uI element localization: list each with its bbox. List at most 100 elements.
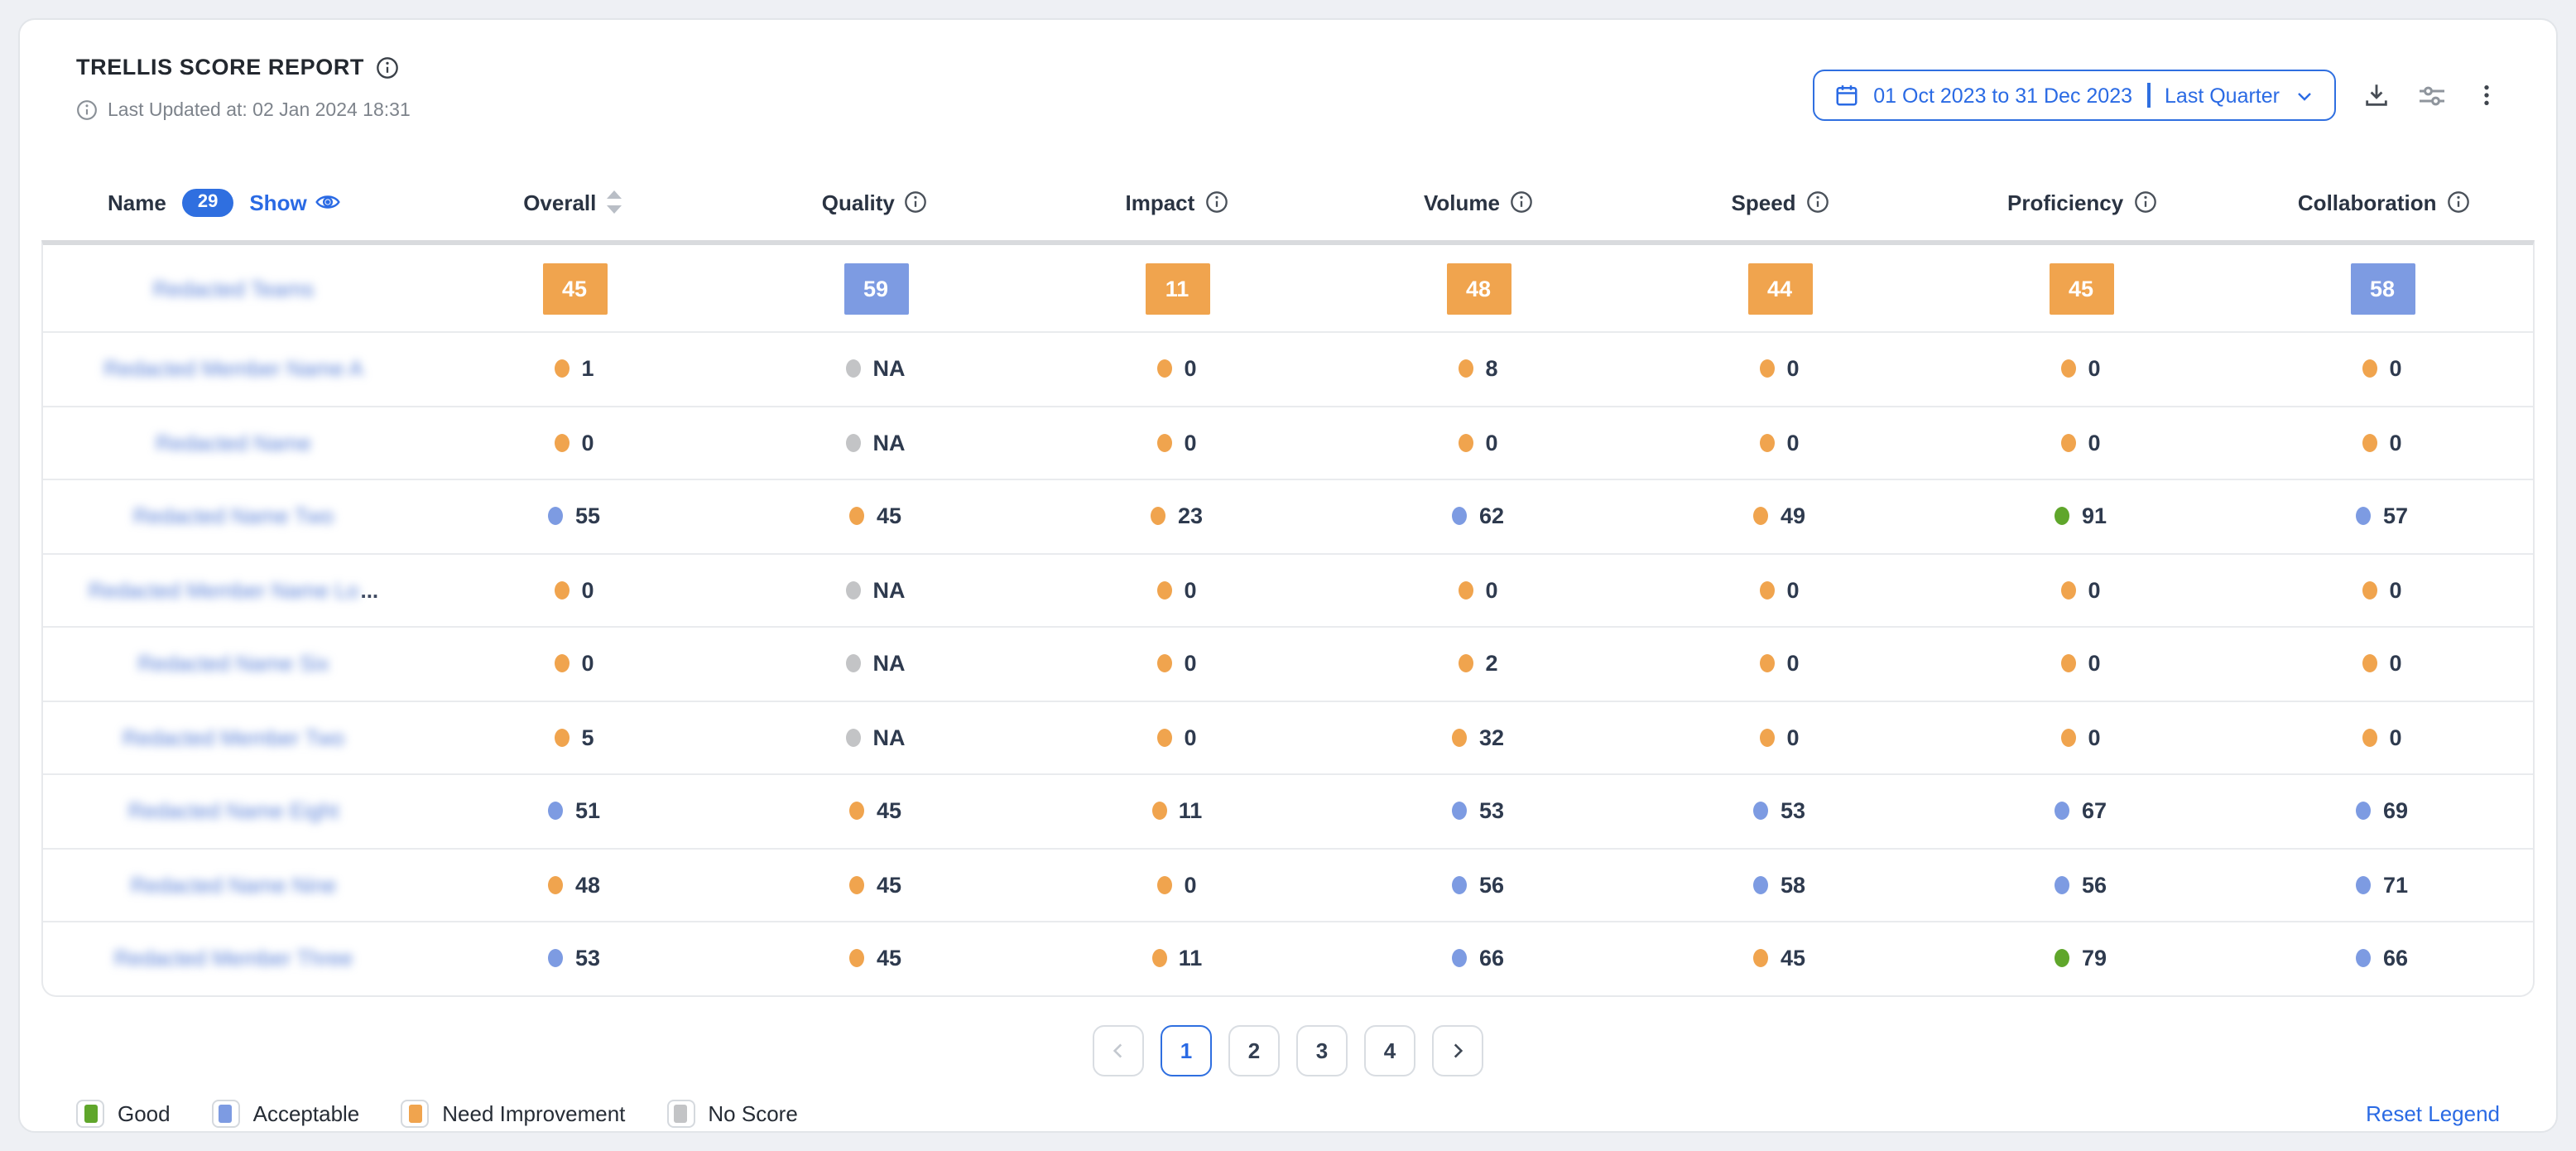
score-cell-quality: NA bbox=[725, 431, 1026, 455]
eye-icon bbox=[315, 189, 342, 215]
status-dot bbox=[2061, 581, 2076, 600]
score-cell-overall: 0 bbox=[424, 578, 725, 603]
status-dot bbox=[549, 802, 564, 821]
score-cell-proficiency: 45 bbox=[1930, 262, 2232, 314]
status-dot bbox=[2055, 950, 2070, 968]
score-table-body: Redacted Teams45591148444558Redacted Mem… bbox=[41, 240, 2535, 996]
status-dot bbox=[1459, 581, 1473, 600]
score-cell-speed: 0 bbox=[1629, 431, 1930, 455]
score-value: 0 bbox=[1786, 357, 1799, 382]
title-info-icon[interactable] bbox=[376, 55, 399, 79]
score-value: 53 bbox=[1479, 799, 1504, 824]
table-row: Redacted Member Three53451166457966 bbox=[43, 921, 2533, 994]
date-range-picker[interactable]: 01 Oct 2023 to 31 Dec 2023 Last Quarter bbox=[1812, 70, 2336, 121]
score-bar: 45 bbox=[2049, 262, 2113, 314]
score-value: 45 bbox=[877, 799, 901, 824]
legend-item-good[interactable]: Good bbox=[76, 1099, 171, 1127]
calendar-icon bbox=[1833, 83, 1858, 108]
member-name-link[interactable]: Redacted Teams bbox=[43, 276, 424, 301]
legend-item-no_score[interactable]: No Score bbox=[666, 1099, 797, 1127]
redacted-name-text: Redacted Member Name A bbox=[103, 357, 363, 382]
column-header-overall[interactable]: Overall bbox=[422, 190, 724, 214]
score-cell-collaboration: 0 bbox=[2232, 725, 2533, 750]
score-value: 0 bbox=[1184, 725, 1196, 750]
redacted-name-text: Redacted Member Name Lo bbox=[89, 578, 359, 603]
score-cell-volume: 62 bbox=[1328, 504, 1629, 529]
info-icon[interactable] bbox=[2133, 190, 2156, 214]
score-cell-proficiency: 0 bbox=[1930, 652, 2232, 677]
score-cell-impact: 11 bbox=[1026, 799, 1328, 824]
score-cell-collaboration: 0 bbox=[2232, 357, 2533, 382]
score-value: NA bbox=[873, 431, 906, 455]
status-dot bbox=[1157, 434, 1172, 452]
pagination-page-1[interactable]: 1 bbox=[1161, 1024, 1212, 1076]
score-cell-volume: 8 bbox=[1328, 357, 1629, 382]
redacted-name-text: Redacted Member Two bbox=[123, 725, 344, 750]
score-value: 49 bbox=[1781, 504, 1805, 529]
more-menu-icon[interactable] bbox=[2473, 81, 2500, 109]
score-cell-overall: 45 bbox=[424, 262, 725, 314]
member-name-link[interactable]: Redacted Name bbox=[43, 431, 424, 455]
column-header-proficiency: Proficiency bbox=[1931, 190, 2233, 214]
status-dot bbox=[2055, 802, 2070, 821]
score-cell-volume: 2 bbox=[1328, 652, 1629, 677]
download-icon[interactable] bbox=[2362, 81, 2391, 109]
score-cell-impact: 0 bbox=[1026, 652, 1328, 677]
show-names-button[interactable]: Show bbox=[249, 189, 341, 215]
score-value: NA bbox=[873, 725, 906, 750]
status-dot bbox=[2357, 802, 2372, 821]
score-value: 11 bbox=[1179, 799, 1203, 824]
pagination-next-button[interactable] bbox=[1432, 1024, 1483, 1076]
info-icon[interactable] bbox=[905, 190, 928, 214]
legend-item-need_improvement[interactable]: Need Improvement bbox=[401, 1099, 625, 1127]
status-dot bbox=[2362, 434, 2377, 452]
status-dot bbox=[2055, 876, 2070, 894]
member-name-link[interactable]: Redacted Member Name A bbox=[43, 357, 424, 382]
score-cell-quality: 59 bbox=[725, 262, 1026, 314]
redacted-name-text: Redacted Name Eight bbox=[128, 799, 339, 824]
redacted-name-text: Redacted Member Three bbox=[114, 946, 353, 971]
score-value: 45 bbox=[877, 504, 901, 529]
member-name-link[interactable]: Redacted Member Two bbox=[43, 725, 424, 750]
score-value: 0 bbox=[2088, 652, 2100, 677]
legend-item-acceptable[interactable]: Acceptable bbox=[212, 1099, 360, 1127]
info-icon[interactable] bbox=[2446, 190, 2469, 214]
score-value: 1 bbox=[581, 357, 594, 382]
pagination-page-4[interactable]: 4 bbox=[1364, 1024, 1415, 1076]
info-icon[interactable] bbox=[1510, 190, 1533, 214]
pagination-page-3[interactable]: 3 bbox=[1296, 1024, 1348, 1076]
status-dot bbox=[2061, 655, 2076, 673]
member-name-link[interactable]: Redacted Name Nine bbox=[43, 873, 424, 898]
member-name-link[interactable]: Redacted Name Eight bbox=[43, 799, 424, 824]
score-value: 45 bbox=[877, 946, 901, 971]
score-cell-quality: NA bbox=[725, 357, 1026, 382]
score-bar: 58 bbox=[2350, 262, 2415, 314]
score-cell-collaboration: 0 bbox=[2232, 652, 2533, 677]
score-cell-overall: 48 bbox=[424, 873, 725, 898]
member-name-link[interactable]: Redacted Member Name Lo... bbox=[43, 578, 424, 603]
header-left: TRELLIS SCORE REPORT Last Updated at: 02… bbox=[76, 55, 411, 121]
pagination-prev-button[interactable] bbox=[1093, 1024, 1144, 1076]
score-cell-speed: 45 bbox=[1629, 946, 1930, 971]
status-dot bbox=[1453, 508, 1468, 526]
legend-swatch-icon bbox=[401, 1099, 429, 1127]
score-value: 0 bbox=[1786, 652, 1799, 677]
reset-legend-link[interactable]: Reset Legend bbox=[2366, 1100, 2500, 1125]
column-settings-icon[interactable] bbox=[2417, 80, 2447, 110]
member-name-link[interactable]: Redacted Member Three bbox=[43, 946, 424, 971]
date-preset-text: Last Quarter bbox=[2165, 84, 2280, 107]
status-dot bbox=[2357, 950, 2372, 968]
last-updated-info-icon[interactable] bbox=[76, 99, 98, 121]
member-name-link[interactable]: Redacted Name Two bbox=[43, 504, 424, 529]
score-value: 48 bbox=[575, 873, 600, 898]
score-cell-quality: NA bbox=[725, 578, 1026, 603]
info-icon[interactable] bbox=[1806, 190, 1829, 214]
score-value: NA bbox=[873, 578, 906, 603]
score-cell-volume: 66 bbox=[1328, 946, 1629, 971]
info-icon[interactable] bbox=[1204, 190, 1228, 214]
status-dot bbox=[1157, 581, 1172, 600]
sort-icon[interactable] bbox=[606, 190, 622, 214]
member-name-link[interactable]: Redacted Name Six bbox=[43, 652, 424, 677]
pagination-page-2[interactable]: 2 bbox=[1228, 1024, 1280, 1076]
table-row: Redacted Name Eight51451153536769 bbox=[43, 773, 2533, 847]
